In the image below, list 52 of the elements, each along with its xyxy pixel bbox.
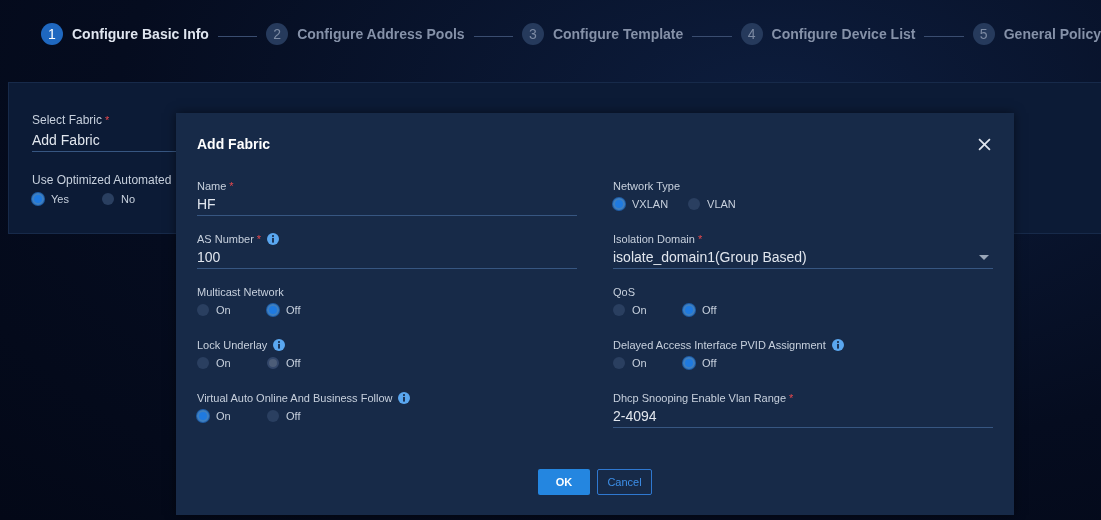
step-label[interactable]: General Policy xyxy=(1003,26,1101,42)
input-field[interactable]: Add Fabric xyxy=(32,129,192,152)
step-number: 1 xyxy=(41,23,63,45)
input-field[interactable]: 100 xyxy=(197,246,577,269)
field-label: Multicast Network xyxy=(197,286,284,298)
field-label: AS Number xyxy=(197,233,254,245)
field-label: Network Type xyxy=(613,180,681,192)
field-label: Delayed Access Interface PVID Assignment xyxy=(613,339,826,351)
radio-option[interactable]: On xyxy=(197,410,247,422)
step-label[interactable]: Configure Basic Info xyxy=(72,26,209,42)
dialog-title: Add Fabric xyxy=(197,136,271,152)
info-icon[interactable] xyxy=(267,233,280,245)
field-label: Lock Underlay xyxy=(197,339,268,351)
radio-option[interactable]: Off xyxy=(683,304,733,316)
field-label: Select Fabric xyxy=(32,113,103,127)
field-label: Name xyxy=(197,180,227,192)
field-label: QoS xyxy=(613,286,635,298)
step-label[interactable]: Configure Address Pools xyxy=(297,26,465,42)
required-mark: * xyxy=(789,392,794,404)
close-icon[interactable] xyxy=(978,137,991,151)
field-label: Use Optimized Automated xyxy=(32,173,172,187)
field-label: Dhcp Snooping Enable Vlan Range xyxy=(613,392,787,404)
required-mark: * xyxy=(229,180,234,192)
step-number: 3 xyxy=(521,23,544,45)
radio-option[interactable]: Off xyxy=(683,357,733,369)
field-label: Virtual Auto Online And Business Follow xyxy=(197,392,393,404)
step-number: 2 xyxy=(266,23,289,45)
info-icon[interactable] xyxy=(398,392,411,404)
field-label: Isolation Domain xyxy=(613,233,695,245)
dropdown[interactable]: isolate_domain1(Group Based) xyxy=(613,246,993,269)
step-label[interactable]: Configure Device List xyxy=(771,26,916,42)
radio-option[interactable]: On xyxy=(613,357,663,369)
info-icon[interactable] xyxy=(831,339,844,351)
radio-option[interactable]: Off xyxy=(267,410,317,422)
caret-icon xyxy=(979,254,989,260)
step-label[interactable]: Configure Template xyxy=(552,26,684,42)
step-number: 5 xyxy=(972,23,995,45)
radio-option[interactable]: Yes xyxy=(32,193,82,205)
radio-option[interactable]: VLAN xyxy=(688,198,739,210)
radio-option[interactable]: On xyxy=(197,304,247,316)
required-mark: * xyxy=(697,233,703,245)
cancel-button[interactable]: Cancel xyxy=(597,469,652,495)
radio-option[interactable]: Off xyxy=(267,304,317,316)
radio-option[interactable]: No xyxy=(102,193,152,205)
radio-option[interactable]: VXLAN xyxy=(613,198,669,210)
input-field[interactable]: 2-4094 xyxy=(613,405,993,428)
input-field[interactable]: HF xyxy=(197,193,577,216)
radio-option[interactable]: On xyxy=(613,304,663,316)
required-mark: * xyxy=(105,114,110,126)
ok-button[interactable]: OK xyxy=(538,469,590,495)
step-number: 4 xyxy=(740,23,763,45)
required-mark: * xyxy=(256,233,262,245)
